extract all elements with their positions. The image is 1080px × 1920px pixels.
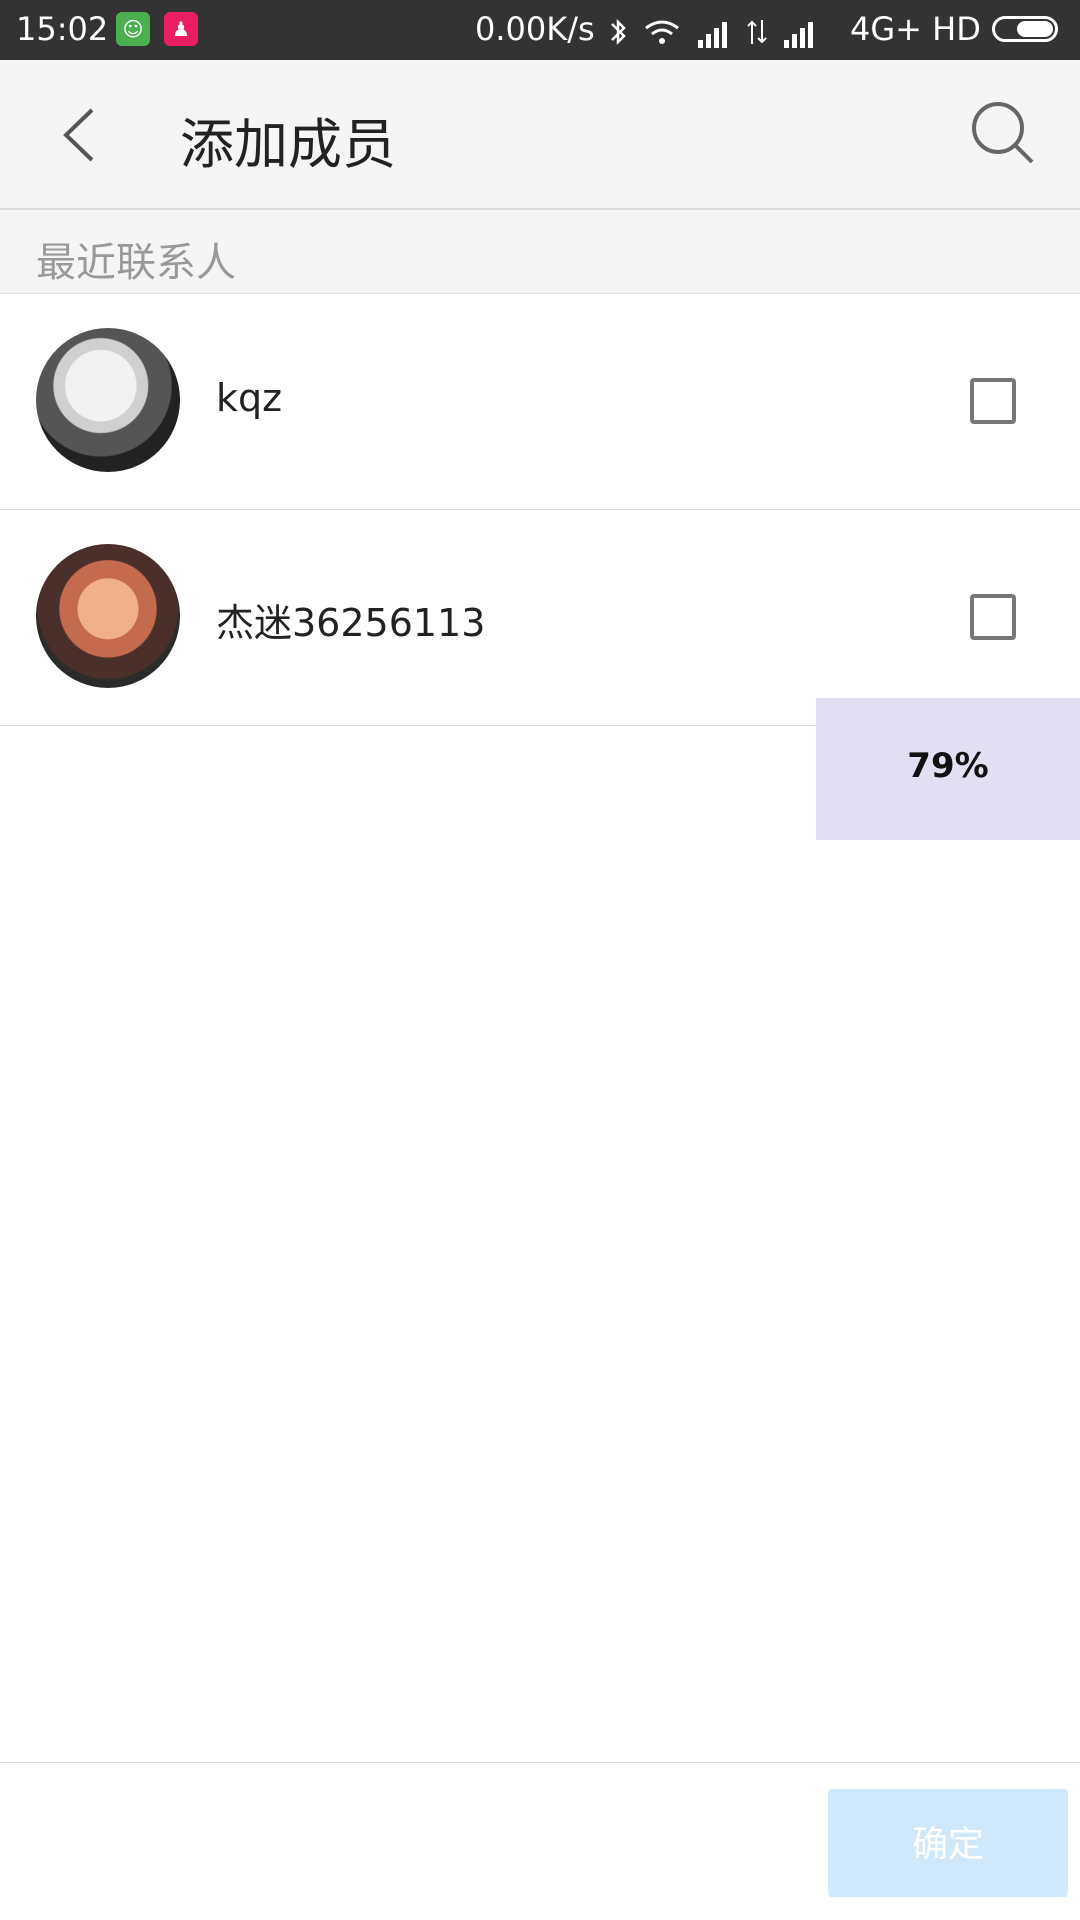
- wifi-icon: [645, 20, 679, 44]
- status-time: 15:02: [16, 10, 109, 48]
- page-title: 添加成员: [180, 113, 396, 176]
- section-label: 最近联系人: [36, 240, 236, 286]
- back-button[interactable]: [44, 100, 114, 170]
- battery-icon: [992, 16, 1058, 42]
- contact-name: 杰迷36256113: [216, 601, 486, 645]
- contact-name: kqz: [216, 376, 283, 420]
- progress-overlay: 79%: [816, 698, 1080, 840]
- select-checkbox[interactable]: [970, 378, 1016, 424]
- signal-icon: [698, 22, 727, 48]
- net-speed: 0.00K/s: [475, 10, 595, 48]
- progress-percentage: 79%: [907, 746, 989, 786]
- bottom-bar: 确定: [0, 1762, 1080, 1920]
- app-bar: 添加成员: [0, 60, 1080, 210]
- select-checkbox[interactable]: [970, 594, 1016, 640]
- status-icons: [608, 12, 818, 48]
- app-notification-icon: ☺: [116, 12, 150, 46]
- bluetooth-icon: [611, 18, 626, 46]
- network-type: 4G+ HD: [850, 10, 981, 48]
- status-bar: 15:02 ☺ ♟ 0.00K/s 4G+ HD: [0, 0, 1080, 60]
- avatar: [36, 328, 180, 472]
- recent-contacts-header: 最近联系人: [0, 210, 1080, 294]
- data-arrows-icon: [747, 20, 767, 44]
- avatar: [36, 544, 180, 688]
- search-button[interactable]: [966, 96, 1040, 170]
- chevron-left-icon: [63, 108, 94, 162]
- app-notification-icon: ♟: [164, 12, 198, 46]
- search-icon: [972, 102, 1034, 164]
- contact-row[interactable]: kqz: [0, 294, 1080, 510]
- confirm-button[interactable]: 确定: [828, 1789, 1068, 1897]
- signal-icon: [784, 22, 813, 48]
- contact-row[interactable]: 杰迷36256113: [0, 510, 1080, 726]
